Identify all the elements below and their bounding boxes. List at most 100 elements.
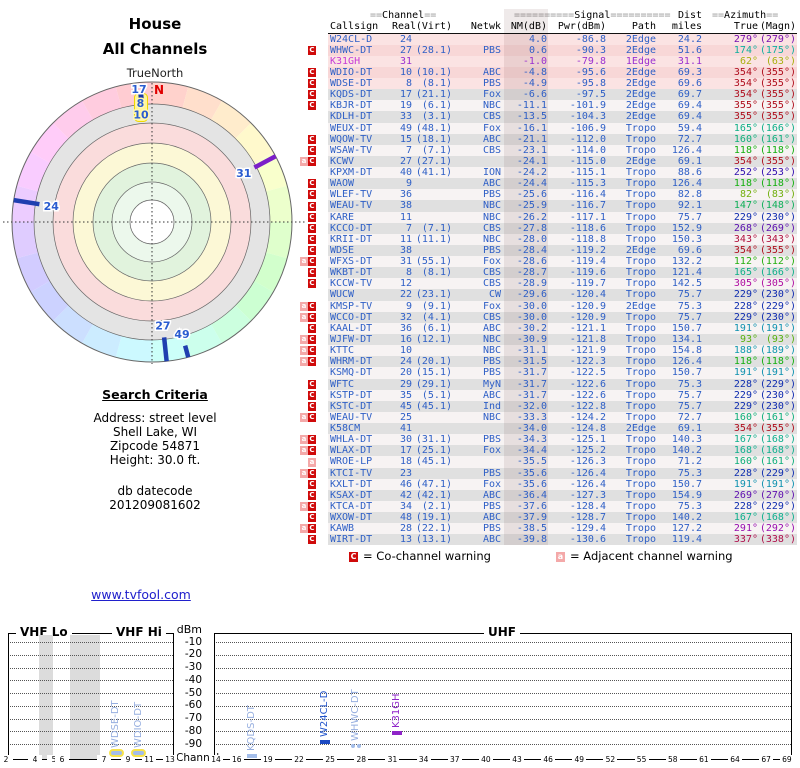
co-channel-warning-badge: C [308, 246, 316, 256]
table-group-header: Dist [678, 10, 703, 21]
table-cell-v [412, 34, 452, 45]
table-cell-nw: PBS [482, 356, 501, 368]
table-cell-mi: 75.7 [677, 311, 702, 323]
co-channel-warning-badge: C [308, 179, 316, 189]
table-cell-ch: 25 [399, 411, 412, 423]
channel-spoke-label: 17 [131, 83, 146, 96]
signal-bar-label: W24CL-D [318, 690, 330, 737]
table-cell-v: (31.1) [415, 434, 452, 446]
channel-tick-label: 14 [209, 755, 223, 765]
channel-spoke-label: 49 [174, 328, 189, 341]
table-group-header: ==Azimuth== [712, 10, 779, 21]
table-cell-mg: (175°) [759, 44, 796, 56]
gridline [9, 667, 173, 669]
table-cell-pw: -116.7 [569, 200, 606, 212]
table-cell-cs: WAOW [330, 178, 355, 190]
table-cell-nw: NBC [482, 334, 501, 345]
co-channel-warning-badge: C [308, 279, 316, 289]
table-cell-mg: (191°) [759, 478, 796, 490]
table-cell-pa: Tropo [625, 378, 656, 390]
adjacent-channel-warning-badge: a [308, 457, 316, 467]
channel-tick-label: 40 [478, 755, 493, 765]
table-cell-v [412, 178, 452, 189]
dbm-tick-label: -40 [184, 673, 202, 686]
warning-markers: aC [298, 468, 328, 479]
table-cell-t: 160° [733, 133, 758, 145]
table-cell-nm: -35.5 [504, 456, 548, 468]
warning-markers: aC [298, 312, 328, 323]
table-cell-nw: ABC [482, 178, 501, 190]
tvfool-link[interactable]: www.tvfool.com [61, 587, 221, 602]
warning-markers: aC [298, 345, 328, 356]
column-header: Real [392, 21, 417, 32]
warning-markers [298, 123, 328, 134]
table-cell-v: (21.1) [415, 89, 452, 101]
table-row: WFXS-DT 31 (55.1) Fox -28.6 -119.4 Tropo 132.2 1… [328, 256, 797, 268]
co-channel-warning-badge: C [308, 45, 316, 55]
table-cell-cs: WLAX-DT [330, 445, 373, 457]
table-cell-v [412, 245, 452, 256]
table-cell-mi: 59.4 [677, 122, 702, 134]
table-cell-pw: -121.8 [569, 334, 606, 345]
table-cell-nm: -24.4 [504, 178, 548, 190]
table-cell-nm: -24.1 [504, 155, 548, 168]
co-channel-legend-text: = Co-channel warning [363, 549, 491, 563]
adjacent-channel-warning-badge: a [300, 502, 308, 512]
table-cell-cs: KAWB [330, 523, 355, 535]
table-cell-pw: -112.0 [569, 133, 606, 145]
table-cell-pa: 2Edge [625, 66, 656, 78]
table-cell-pw: -115.0 [569, 155, 606, 167]
channel-spoke [161, 337, 169, 362]
table-cell-v: (47.1) [415, 478, 452, 490]
channel-tick-label: 34 [416, 755, 431, 765]
table-cell-nm: 0.6 [504, 44, 548, 56]
warning-markers: C [298, 512, 328, 523]
table-cell-nm: -31.5 [504, 356, 548, 368]
co-channel-warning-badge: C [308, 145, 316, 155]
column-header: NM(dB) [510, 21, 547, 32]
table-cell-cs: K31GH [330, 55, 361, 67]
table-cell-pw: -130.6 [569, 534, 606, 546]
table-cell-v: (8.1) [421, 267, 452, 279]
dbm-tick-label: -30 [184, 661, 202, 673]
table-cell-mg: (168°) [759, 512, 796, 524]
table-cell-pw: -122.3 [569, 356, 606, 368]
table-cell-pw: -118.6 [569, 222, 606, 234]
table-cell-pa: Tropo [625, 211, 656, 223]
uhf-band-label: UHF [484, 626, 520, 639]
table-cell-nw: PBS [482, 367, 501, 379]
table-cell-v: (5.1) [421, 389, 452, 401]
co-channel-warning-badge: C [308, 90, 316, 100]
table-header-row: Callsign Real (Virt) Netwk NM(dB) Pwr(dBm) Pat… [328, 21, 797, 32]
table-cell-ch: 19 [399, 100, 412, 112]
table-cell-v: (2.1) [421, 500, 452, 512]
table-row: WROE-LP 18 (45.1) -35.5 -126.3 Tropo 71.2 160°(… [328, 456, 797, 468]
table-cell-mg: (230°) [759, 311, 796, 323]
channel-spoke-label: 24 [44, 200, 60, 213]
table-cell-mg: (279°) [759, 33, 796, 45]
table-cell-ch: 48 [399, 512, 412, 524]
table-row: KMSP-TV 9 (9.1) Fox -30.0 -120.9 2Edge 75.3 228°… [328, 300, 797, 312]
table-cell-nm: -31.7 [504, 378, 548, 390]
table-cell-mg: (230°) [759, 289, 796, 301]
table-cell-mg: (166°) [759, 122, 796, 134]
column-header: (Virt) [415, 21, 452, 32]
table-cell-t: 343° [733, 233, 758, 245]
warning-markers: aC [298, 301, 328, 312]
co-channel-warning-badge: C [308, 513, 316, 523]
table-row: WQOW-TV 15 (18.1) ABC -21.1 -112.0 Tropo 72.7 16… [328, 133, 797, 145]
table-cell-mi: 150.7 [671, 478, 702, 490]
table-cell-v: (27.1) [415, 155, 452, 167]
table-cell-nw [452, 34, 504, 45]
table-cell-t: 354° [733, 155, 758, 167]
table-row: WKBT-DT 8 (8.1) CBS -28.7 -119.6 Tropo 121.4 165… [328, 267, 797, 279]
adjacent-channel-warning-badge: a [300, 346, 308, 356]
table-cell-pw: -95.6 [575, 66, 606, 78]
table-row: KQDS-DT 17 (21.1) Fox -6.6 -97.5 2Edge 69.7 354°… [328, 89, 797, 101]
table-cell-nm: -28.6 [504, 256, 548, 268]
channel-tick-label: 11 [142, 755, 156, 765]
channel-tick-label: 13 [163, 755, 177, 765]
table-cell-v: (13.1) [415, 534, 452, 546]
table-cell-nw: NBC [482, 233, 501, 245]
table-row: KTCA-DT 34 (2.1) PBS -37.6 -128.4 Tropo 75.3 228… [328, 500, 797, 513]
